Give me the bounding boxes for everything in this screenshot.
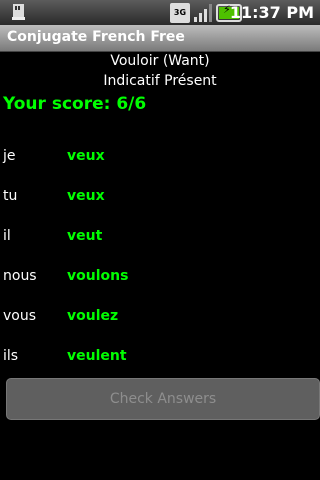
check-answers-button[interactable]: Check Answers xyxy=(6,378,320,420)
conjugation-row: vous voulez xyxy=(0,308,320,332)
app-title-bar: Conjugate French Free xyxy=(0,25,320,52)
answer-field[interactable]: voulons xyxy=(67,268,128,284)
conjugation-row: nous voulons xyxy=(0,268,320,292)
3g-icon: 3G xyxy=(170,2,190,23)
answer-field[interactable]: veux xyxy=(67,148,105,164)
answer-field[interactable]: veulent xyxy=(67,348,127,364)
pronoun-label: vous xyxy=(3,308,37,324)
pronoun-label: nous xyxy=(3,268,37,284)
pronoun-label: tu xyxy=(3,188,18,204)
conjugation-row: tu veux xyxy=(0,188,320,212)
pronoun-label: il xyxy=(3,228,11,244)
conjugation-row: ils veulent xyxy=(0,348,320,372)
conjugation-row: je veux xyxy=(0,148,320,172)
score-text: Your score: 6/6 xyxy=(3,94,147,114)
pronoun-label: ils xyxy=(3,348,19,364)
verb-name: Vouloir (Want) xyxy=(110,53,210,69)
sd-card-icon xyxy=(8,2,30,22)
conjugation-row: il veut xyxy=(0,228,320,252)
status-bar: 3G ⚡ 11:37 PM xyxy=(0,0,320,25)
answer-field[interactable]: voulez xyxy=(67,308,118,324)
app-title: Conjugate French Free xyxy=(7,29,185,45)
status-time: 11:37 PM xyxy=(229,3,314,22)
answer-field[interactable]: veux xyxy=(67,188,105,204)
answer-field[interactable]: veut xyxy=(67,228,102,244)
signal-icon xyxy=(193,3,213,23)
tense-name: Indicatif Présent xyxy=(103,73,217,89)
pronoun-label: je xyxy=(3,148,16,164)
